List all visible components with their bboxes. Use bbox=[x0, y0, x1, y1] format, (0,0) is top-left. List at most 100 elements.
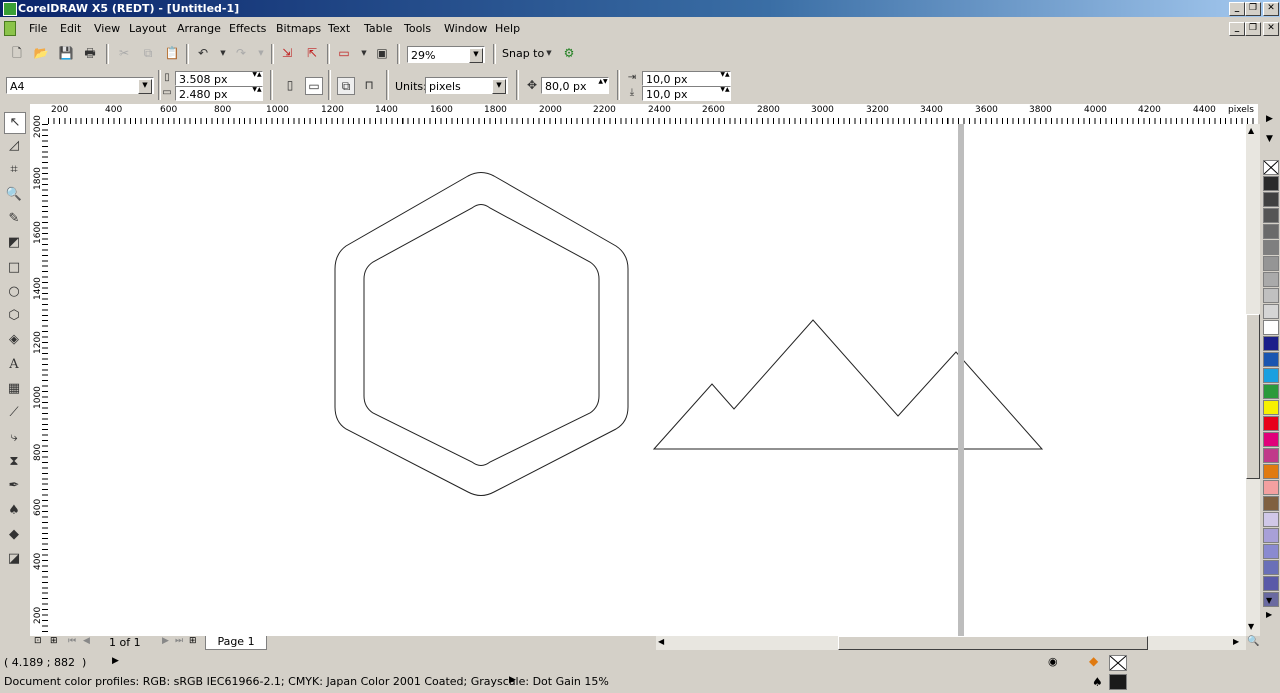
scroll-down-icon[interactable]: ▼ bbox=[1248, 622, 1254, 631]
chevron-down-icon[interactable]: ▼ bbox=[138, 79, 152, 94]
spin-arrows-icon[interactable]: ▼▲ bbox=[252, 72, 262, 85]
color-swatch[interactable] bbox=[1263, 336, 1279, 351]
color-swatch[interactable] bbox=[1263, 176, 1279, 191]
menu-window[interactable]: Window bbox=[444, 22, 487, 35]
color-swatch[interactable] bbox=[1263, 208, 1279, 223]
menu-bitmaps[interactable]: Bitmaps bbox=[276, 22, 321, 35]
menu-help[interactable]: Help bbox=[495, 22, 520, 35]
interactive-fill-tool-icon[interactable]: ◪ bbox=[4, 549, 24, 569]
menu-arrange[interactable]: Arrange bbox=[177, 22, 221, 35]
snap-to-dropdown-icon[interactable]: ▼ bbox=[541, 45, 557, 61]
application-launcher-icon[interactable]: ▭ bbox=[336, 45, 352, 61]
menu-view[interactable]: View bbox=[94, 22, 120, 35]
landscape-icon[interactable]: ▭ bbox=[305, 77, 323, 95]
print-icon[interactable]: 🖶 bbox=[82, 45, 98, 61]
inner-rounded-hexagon[interactable] bbox=[363, 204, 600, 466]
options-icon[interactable]: ⚙ bbox=[561, 45, 577, 61]
color-swatch[interactable] bbox=[1263, 256, 1279, 271]
new-document-icon[interactable]: 🗋 bbox=[9, 45, 25, 61]
undo-icon[interactable]: ↶ bbox=[195, 45, 211, 61]
fill-tool-icon[interactable]: ◆ bbox=[4, 525, 24, 545]
horizontal-ruler[interactable]: 200 400 600 800 1000 1200 1400 1600 1800… bbox=[48, 104, 1258, 125]
color-swatch[interactable] bbox=[1263, 480, 1279, 495]
chevron-down-icon[interactable]: ▼ bbox=[469, 48, 483, 63]
color-swatch[interactable] bbox=[1263, 496, 1279, 511]
scroll-right-icon[interactable]: ▶ bbox=[1233, 637, 1239, 646]
color-profiles-text[interactable]: Document color profiles: RGB: sRGB IEC61… bbox=[4, 675, 609, 688]
menu-effects[interactable]: Effects bbox=[229, 22, 266, 35]
vertical-guideline[interactable] bbox=[958, 124, 964, 636]
freehand-tool-icon[interactable]: ✎ bbox=[4, 209, 24, 229]
menu-layout[interactable]: Layout bbox=[129, 22, 166, 35]
page-tab[interactable]: Page 1 bbox=[205, 636, 267, 650]
color-swatch[interactable] bbox=[1263, 224, 1279, 239]
chevron-down-icon[interactable]: ▼ bbox=[492, 79, 506, 94]
scroll-left-icon[interactable]: ◀ bbox=[658, 637, 664, 646]
ellipse-tool-icon[interactable]: ○ bbox=[4, 282, 24, 302]
color-swatch[interactable] bbox=[1263, 352, 1279, 367]
color-swatch[interactable] bbox=[1263, 320, 1279, 335]
polygon-tool-icon[interactable]: ⬡ bbox=[4, 306, 24, 326]
doc-close-icon[interactable]: ✕ bbox=[1263, 22, 1279, 36]
snap-to-label[interactable]: Snap to bbox=[502, 47, 544, 60]
open-icon[interactable]: 📂 bbox=[33, 45, 49, 61]
shape-tool-icon[interactable]: ◿ bbox=[4, 136, 24, 156]
no-fill-swatch[interactable] bbox=[1263, 160, 1279, 175]
outline-pen-tool-icon[interactable]: ♠ bbox=[4, 501, 24, 521]
color-swatch[interactable] bbox=[1263, 528, 1279, 543]
welcome-screen-icon[interactable]: ▣ bbox=[374, 45, 390, 61]
add-page-after-icon[interactable]: ⊞ bbox=[189, 636, 197, 646]
undo-dropdown-icon[interactable]: ▼ bbox=[215, 45, 231, 61]
color-swatch[interactable] bbox=[1263, 288, 1279, 303]
drawing-canvas[interactable] bbox=[48, 124, 1246, 636]
first-page-icon[interactable]: ⏮ bbox=[68, 636, 76, 646]
color-swatch[interactable] bbox=[1263, 240, 1279, 255]
color-swatch[interactable] bbox=[1263, 560, 1279, 575]
mountain-shape[interactable] bbox=[652, 319, 1044, 450]
previous-page-icon[interactable]: ◀ bbox=[83, 636, 90, 646]
palette-scroll-down-icon[interactable]: ▼ bbox=[1266, 596, 1272, 605]
restore-icon[interactable]: ❐ bbox=[1245, 2, 1261, 16]
color-swatch[interactable] bbox=[1263, 416, 1279, 431]
color-swatch[interactable] bbox=[1263, 464, 1279, 479]
connector-tool-icon[interactable]: ⤷ bbox=[4, 428, 24, 448]
scroll-up-icon[interactable]: ▲ bbox=[1248, 126, 1254, 135]
import-icon[interactable]: ⇲ bbox=[279, 45, 295, 61]
color-swatch[interactable] bbox=[1263, 544, 1279, 559]
flyout-arrow-icon[interactable]: ▼ bbox=[1266, 134, 1273, 144]
duplicate-y-field[interactable]: 10,0 px ▼▲ bbox=[642, 86, 731, 101]
color-swatch[interactable] bbox=[1263, 368, 1279, 383]
crop-tool-icon[interactable]: ⌗ bbox=[4, 160, 24, 180]
menu-text[interactable]: Text bbox=[328, 22, 350, 35]
redo-dropdown-icon[interactable]: ▼ bbox=[253, 45, 269, 61]
horizontal-scroll-thumb[interactable] bbox=[838, 636, 1148, 650]
portrait-icon[interactable]: ▯ bbox=[282, 77, 298, 93]
color-swatch[interactable] bbox=[1263, 576, 1279, 591]
expand-profiles-icon[interactable]: ▶ bbox=[509, 675, 516, 685]
minimize-icon[interactable]: _ bbox=[1229, 2, 1245, 16]
dimension-tool-icon[interactable]: ⟋ bbox=[4, 403, 24, 423]
spin-arrows-icon[interactable]: ▼▲ bbox=[252, 87, 262, 100]
next-page-icon[interactable]: ▶ bbox=[162, 636, 169, 646]
eyedropper-tool-icon[interactable]: ✒ bbox=[4, 476, 24, 496]
nudge-distance-field[interactable]: 80,0 px ▲▼ bbox=[541, 77, 609, 94]
menu-edit[interactable]: Edit bbox=[60, 22, 81, 35]
text-tool-icon[interactable]: A bbox=[4, 355, 24, 375]
palette-expand-icon[interactable]: ▶ bbox=[1266, 610, 1272, 619]
color-swatch[interactable] bbox=[1263, 272, 1279, 287]
launcher-dropdown-icon[interactable]: ▼ bbox=[356, 45, 372, 61]
copy-icon[interactable]: ⧉ bbox=[140, 45, 156, 61]
add-page-before-icon[interactable]: ⊞ bbox=[50, 636, 58, 646]
outer-rounded-hexagon[interactable] bbox=[334, 172, 629, 496]
horizontal-scrollbar[interactable]: ◀ ▶ bbox=[656, 636, 1246, 650]
menu-file[interactable]: File bbox=[29, 22, 47, 35]
vertical-scroll-thumb[interactable] bbox=[1246, 314, 1260, 479]
duplicate-x-field[interactable]: 10,0 px ▼▲ bbox=[642, 71, 731, 86]
last-page-icon[interactable]: ⏭ bbox=[175, 636, 183, 646]
flyout-arrow-icon[interactable]: ▶ bbox=[1266, 114, 1273, 124]
redo-icon[interactable]: ↷ bbox=[233, 45, 249, 61]
expand-status-icon[interactable]: ▶ bbox=[112, 656, 119, 666]
spin-arrows-icon[interactable]: ▲▼ bbox=[598, 78, 608, 93]
vertical-scrollbar[interactable]: ▲ ▼ bbox=[1246, 124, 1260, 636]
page-height-field[interactable]: 2.480 px ▼▲ bbox=[175, 86, 263, 101]
